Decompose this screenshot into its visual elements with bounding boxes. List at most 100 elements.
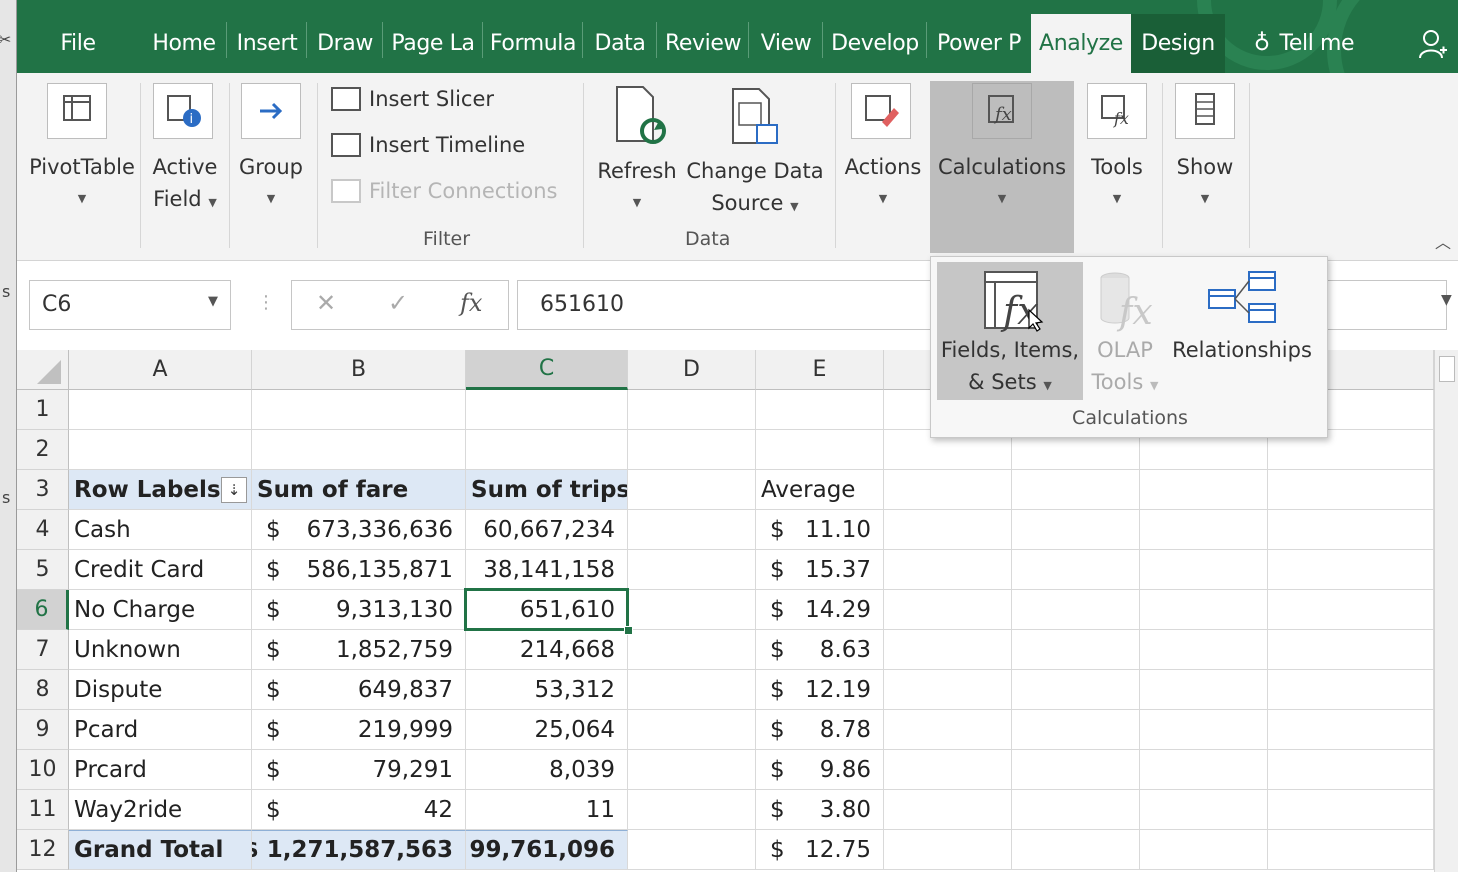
cell-h11[interactable] [1140,790,1268,830]
active-field-button[interactable]: Active Field ▼ [145,151,225,219]
tab-developer[interactable]: Develop [823,14,927,73]
cell-d11[interactable] [628,790,756,830]
column-header-c[interactable]: C [466,350,628,390]
cell-f10[interactable] [884,750,1012,790]
cell-d2[interactable] [628,430,756,470]
cell-b11[interactable]: $42 [252,790,466,830]
column-header-d[interactable]: D [628,350,756,390]
show-button[interactable]: Show ▼ [1165,151,1245,215]
scrollbar-up-arrow[interactable] [1439,356,1455,382]
tab-insert[interactable]: Insert [227,14,307,73]
cell-e10[interactable]: $9.86 [756,750,884,790]
cell-e5[interactable]: $15.37 [756,550,884,590]
cell-i9[interactable] [1268,710,1434,750]
tab-page-layout[interactable]: Page La [383,14,483,73]
cell-d8[interactable] [628,670,756,710]
cell-a12[interactable]: Grand Total [69,830,252,870]
expand-formula-bar-icon[interactable]: ▼ [1441,292,1452,308]
tab-view[interactable]: View [749,14,823,73]
cell-a2[interactable] [69,430,252,470]
cell-h9[interactable] [1140,710,1268,750]
insert-slicer-button[interactable]: Insert Slicer [331,87,494,111]
cell-i11[interactable] [1268,790,1434,830]
cell-e7[interactable]: $8.63 [756,630,884,670]
formula-bar-grip-icon[interactable]: ⋮ [257,292,275,313]
collapse-ribbon-icon[interactable]: ︿ [1435,229,1451,253]
cell-a4[interactable]: Cash [69,510,252,550]
cell-b7[interactable]: $1,852,759 [252,630,466,670]
row-header[interactable]: 8 [17,670,69,710]
cell-b9[interactable]: $219,999 [252,710,466,750]
tab-power-pivot[interactable]: Power P [927,14,1031,73]
select-all-corner[interactable] [17,350,69,390]
cell-f9[interactable] [884,710,1012,750]
cell-e3[interactable]: Average [756,470,884,510]
cell-b4[interactable]: $673,336,636 [252,510,466,550]
cell-g3[interactable] [1012,470,1140,510]
cell-f5[interactable] [884,550,1012,590]
filter-connections-button[interactable]: Filter Connections [331,179,557,203]
row-header[interactable]: 7 [17,630,69,670]
cell-e12[interactable]: $12.75 [756,830,884,870]
cell-i4[interactable] [1268,510,1434,550]
cell-c4[interactable]: 60,667,234 [466,510,628,550]
cell-f8[interactable] [884,670,1012,710]
cell-a7[interactable]: Unknown [69,630,252,670]
cell-e2[interactable] [756,430,884,470]
tab-analyze[interactable]: Analyze [1031,14,1131,73]
cell-i7[interactable] [1268,630,1434,670]
cell-a10[interactable]: Prcard [69,750,252,790]
cell-a9[interactable]: Pcard [69,710,252,750]
cell-c1[interactable] [466,390,628,430]
tab-home[interactable]: Home [141,14,227,73]
group-button[interactable]: Group ▼ [231,151,311,215]
cell-i12[interactable] [1268,830,1434,870]
filter-sort-icon[interactable]: ⇣ [221,477,247,503]
tab-design[interactable]: Design [1131,14,1225,73]
olap-tools-button[interactable]: fx OLAP Tools ▼ [1087,262,1163,400]
cell-d4[interactable] [628,510,756,550]
row-header[interactable]: 3 [17,470,69,510]
cell-h12[interactable] [1140,830,1268,870]
chevron-down-icon[interactable]: ▼ [208,294,218,309]
tools-button[interactable]: Tools ▼ [1077,151,1157,215]
cell-h5[interactable] [1140,550,1268,590]
actions-button[interactable]: Actions ▼ [839,151,927,215]
cell-b2[interactable] [252,430,466,470]
cell-c12[interactable]: 99,761,096 [466,830,628,870]
cell-i6[interactable] [1268,590,1434,630]
cell-b1[interactable] [252,390,466,430]
cell-f11[interactable] [884,790,1012,830]
cell-d7[interactable] [628,630,756,670]
fields-items-sets-button[interactable]: fx Fields, Items, & Sets ▼ [937,262,1083,400]
cell-h6[interactable] [1140,590,1268,630]
cell-g4[interactable] [1012,510,1140,550]
cell-i5[interactable] [1268,550,1434,590]
cell-c3[interactable]: Sum of trips [466,470,628,510]
row-header[interactable]: 10 [17,750,69,790]
row-header[interactable]: 5 [17,550,69,590]
cell-g5[interactable] [1012,550,1140,590]
name-box[interactable]: C6 ▼ [29,280,231,330]
fill-handle[interactable] [624,626,633,635]
cell-d10[interactable] [628,750,756,790]
row-header[interactable]: 9 [17,710,69,750]
cell-f4[interactable] [884,510,1012,550]
column-header-e[interactable]: E [756,350,884,390]
cell-g12[interactable] [1012,830,1140,870]
cell-g7[interactable] [1012,630,1140,670]
cell-a5[interactable]: Credit Card [69,550,252,590]
cell-e6[interactable]: $14.29 [756,590,884,630]
cell-f7[interactable] [884,630,1012,670]
cell-d3[interactable] [628,470,756,510]
refresh-button[interactable]: Refresh ▼ [593,155,681,219]
cell-a8[interactable]: Dispute [69,670,252,710]
cell-d5[interactable] [628,550,756,590]
tab-data[interactable]: Data [583,14,657,73]
cell-c10[interactable]: 8,039 [466,750,628,790]
cell-b3[interactable]: Sum of fare [252,470,466,510]
cell-b6[interactable]: $9,313,130 [252,590,466,630]
cell-i8[interactable] [1268,670,1434,710]
cell-i3[interactable] [1268,470,1434,510]
cell-e1[interactable] [756,390,884,430]
